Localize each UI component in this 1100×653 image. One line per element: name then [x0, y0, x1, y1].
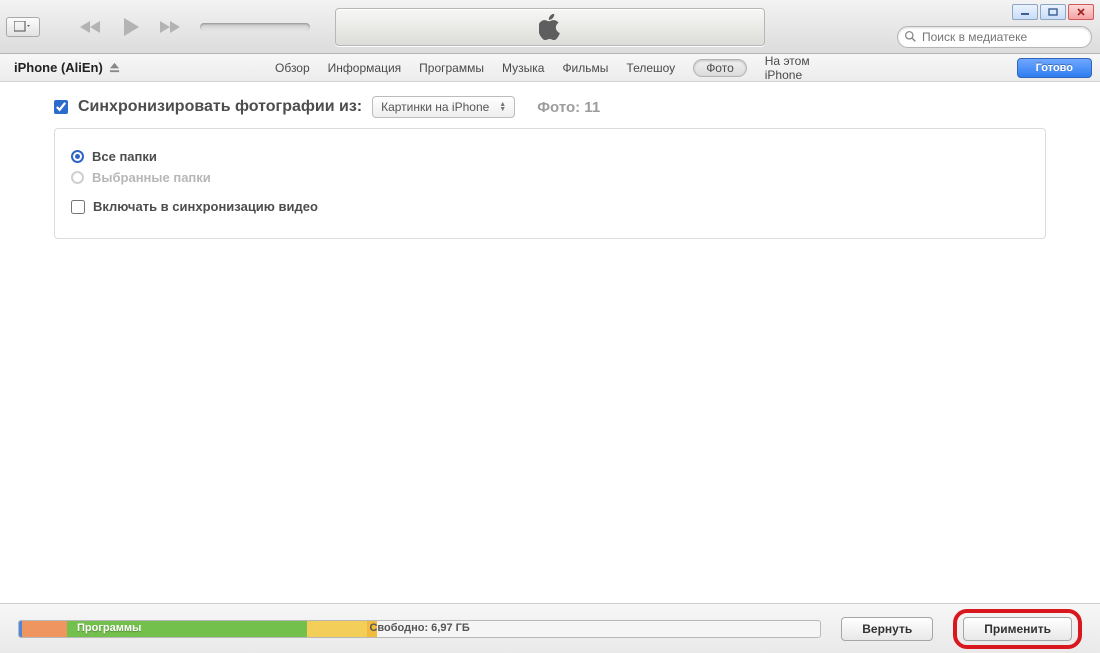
radio-selected-folders-label: Выбранные папки [92, 170, 211, 185]
previous-button[interactable] [74, 15, 108, 39]
photo-count: Фото: 11 [537, 99, 600, 116]
search-wrap [897, 26, 1092, 48]
revert-button[interactable]: Вернуть [841, 617, 933, 641]
window-controls [1012, 4, 1094, 20]
tab-photos[interactable]: Фото [693, 59, 747, 77]
device-nav-row: iPhone (AliEn) Обзор Информация Программ… [0, 54, 1100, 82]
volume-slider[interactable] [200, 23, 310, 31]
tab-info[interactable]: Информация [328, 61, 401, 75]
capacity-bar: Программы Свободно: 6,97 ГБ [18, 620, 821, 638]
previous-icon [78, 19, 104, 35]
sync-photos-label: Синхронизировать фотографии из: [78, 98, 362, 116]
apply-button[interactable]: Применить [963, 617, 1072, 641]
search-icon [904, 30, 917, 43]
close-button[interactable] [1068, 4, 1094, 20]
radio-selected-folders [71, 171, 84, 184]
device-name[interactable]: iPhone (AliEn) [14, 60, 120, 75]
eject-icon[interactable] [109, 62, 120, 73]
capacity-seg-other1 [22, 621, 67, 637]
main-content: Синхронизировать фотографии из: Картинки… [0, 82, 1100, 603]
sync-photos-checkbox[interactable] [54, 100, 68, 114]
tab-movies[interactable]: Фильмы [562, 61, 608, 75]
playback-controls [74, 15, 188, 39]
status-lcd [335, 8, 765, 46]
capacity-free-label: Свободно: 6,97 ГБ [369, 622, 469, 634]
tab-tvshows[interactable]: Телешоу [626, 61, 675, 75]
sync-options-panel: Все папки Выбранные папки Включать в син… [54, 128, 1046, 239]
next-button[interactable] [154, 15, 188, 39]
tab-music[interactable]: Музыка [502, 61, 544, 75]
include-video-label: Включать в синхронизацию видео [93, 199, 318, 214]
apply-highlight: Применить [953, 609, 1082, 649]
photo-source-value: Картинки на iPhone [381, 100, 489, 114]
done-button[interactable]: Готово [1017, 58, 1092, 78]
radio-all-folders-label: Все папки [92, 149, 157, 164]
search-input[interactable] [897, 26, 1092, 48]
tab-overview[interactable]: Обзор [275, 61, 310, 75]
next-icon [158, 19, 184, 35]
capacity-apps-label: Программы [77, 622, 141, 634]
play-button[interactable] [114, 15, 148, 39]
view-mode-button[interactable] [6, 17, 40, 37]
photo-source-select[interactable]: Картинки на iPhone ▲▼ [372, 96, 515, 118]
include-video-checkbox[interactable] [71, 200, 85, 214]
sync-header: Синхронизировать фотографии из: Картинки… [54, 96, 1046, 118]
bottom-bar: Программы Свободно: 6,97 ГБ Вернуть Прим… [0, 603, 1100, 653]
device-name-label: iPhone (AliEn) [14, 60, 103, 75]
top-toolbar [0, 0, 1100, 54]
play-icon [120, 16, 142, 38]
select-arrows-icon: ▲▼ [499, 102, 506, 112]
tab-apps[interactable]: Программы [419, 61, 484, 75]
device-tabs: Обзор Информация Программы Музыка Фильмы… [275, 54, 825, 82]
minimize-button[interactable] [1012, 4, 1038, 20]
view-mode-icon [14, 21, 32, 33]
capacity-seg-other2 [307, 621, 367, 637]
maximize-button[interactable] [1040, 4, 1066, 20]
apple-logo-icon [539, 14, 561, 40]
radio-all-folders[interactable] [71, 150, 84, 163]
tab-on-device[interactable]: На этом iPhone [765, 54, 825, 82]
